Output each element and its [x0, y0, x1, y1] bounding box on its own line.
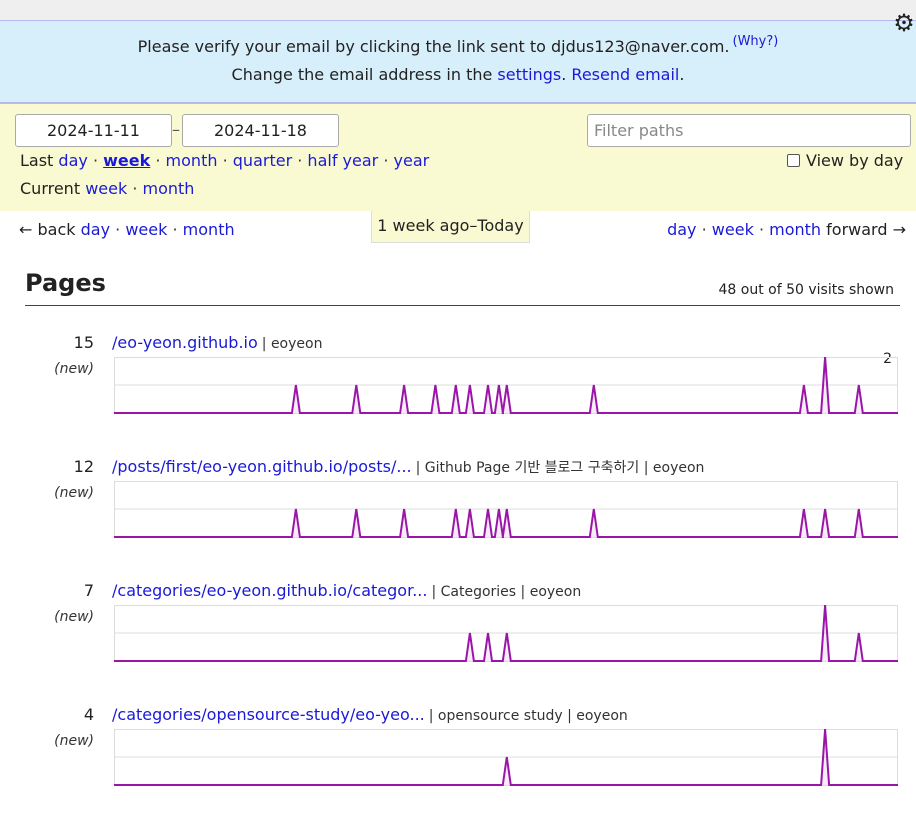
top-strip [0, 0, 916, 21]
forward-label: forward [826, 220, 888, 239]
last-period-links: Last day · week · month · quarter · half… [20, 151, 430, 170]
resend-email-link[interactable]: Resend email [571, 65, 679, 84]
page-row: 15 (new) /eo-yeon.github.io | eoyeon 2 [0, 333, 916, 443]
visits-sparkline [114, 481, 898, 538]
view-by-day-checkbox[interactable] [787, 154, 800, 167]
date-from-input[interactable]: 2024-11-11 [15, 114, 172, 147]
new-marker: (new) [54, 609, 94, 625]
current-week-link[interactable]: week [85, 179, 127, 198]
forward-nav: day · week · month forward → [667, 220, 906, 239]
page-path-link[interactable]: /eo-yeon.github.io [112, 333, 258, 352]
current-period-label: 1 week ago–Today [371, 211, 530, 243]
period-1: . [561, 65, 567, 84]
last-year-link[interactable]: year [394, 151, 430, 170]
back-nav: ← back day · week · month [19, 220, 235, 239]
gear-icon[interactable]: ⚙ [891, 10, 916, 36]
forward-week-link[interactable]: week [712, 220, 754, 239]
heading-divider [25, 305, 900, 306]
page-path-link[interactable]: /categories/eo-yeon.github.io/categor... [112, 581, 427, 600]
last-day-link[interactable]: day [58, 151, 87, 170]
settings-link[interactable]: settings [497, 65, 561, 84]
back-month-link[interactable]: month [183, 220, 235, 239]
back-arrow-icon: ← [19, 220, 33, 239]
filter-paths-input[interactable]: Filter paths [587, 114, 911, 147]
forward-day-link[interactable]: day [667, 220, 696, 239]
page-row: 12 (new) /posts/first/eo-yeon.github.io/… [0, 457, 916, 567]
new-marker: (new) [54, 361, 94, 377]
page-title: | eoyeon [261, 336, 323, 352]
last-week-link[interactable]: week [103, 151, 150, 170]
change-email-text: Change the email address in the [231, 65, 493, 84]
date-separator: – [172, 120, 180, 139]
verify-email-banner: Please verify your email by clicking the… [0, 21, 916, 104]
page-path-link[interactable]: /categories/opensource-study/eo-yeo... [112, 705, 425, 724]
back-label: back [37, 220, 76, 239]
visits-sparkline [114, 357, 898, 414]
page-title: | Categories | eoyeon [431, 584, 582, 600]
page-row: 7 (new) /categories/eo-yeon.github.io/ca… [0, 581, 916, 691]
page-row: 4 (new) /categories/opensource-study/eo-… [0, 705, 916, 815]
visit-count: 12 [73, 457, 94, 476]
filter-bar: 2024-11-11 – 2024-11-18 Filter paths Las… [0, 104, 916, 211]
forward-month-link[interactable]: month [769, 220, 821, 239]
last-half-year-link[interactable]: half year [307, 151, 378, 170]
visits-shown-count: 48 out of 50 visits shown [718, 282, 895, 298]
forward-arrow-icon: → [892, 220, 906, 239]
current-label: Current [20, 179, 81, 198]
current-period-links: Current week · month [20, 179, 195, 198]
current-month-link[interactable]: month [143, 179, 195, 198]
change-email-line: Change the email address in the settings… [0, 65, 916, 84]
period-navigation: ← back day · week · month 1 week ago–Tod… [0, 211, 916, 245]
verify-line: Please verify your email by clicking the… [0, 34, 916, 56]
new-marker: (new) [54, 733, 94, 749]
pages-heading: Pages [25, 269, 106, 297]
back-week-link[interactable]: week [125, 220, 167, 239]
period-2: . [679, 65, 685, 84]
page-title: | Github Page 기반 블로그 구축하기 | eoyeon [415, 460, 705, 476]
view-by-day-label: View by day [806, 151, 904, 170]
last-quarter-link[interactable]: quarter [233, 151, 292, 170]
why-link[interactable]: (Why?) [733, 34, 779, 49]
last-label: Last [20, 151, 54, 170]
visits-sparkline [114, 605, 898, 662]
new-marker: (new) [54, 485, 94, 501]
visits-sparkline [114, 729, 898, 786]
page-path-link[interactable]: /posts/first/eo-yeon.github.io/posts/... [112, 457, 412, 476]
visit-count: 7 [83, 581, 94, 600]
last-month-link[interactable]: month [166, 151, 218, 170]
date-to-input[interactable]: 2024-11-18 [182, 114, 339, 147]
back-day-link[interactable]: day [81, 220, 110, 239]
page-title: | opensource study | eoyeon [428, 708, 628, 724]
visit-count: 15 [73, 333, 94, 352]
verify-text: Please verify your email by clicking the… [137, 37, 730, 56]
visit-count: 4 [83, 705, 94, 724]
view-by-day-toggle[interactable]: View by day [787, 151, 903, 170]
